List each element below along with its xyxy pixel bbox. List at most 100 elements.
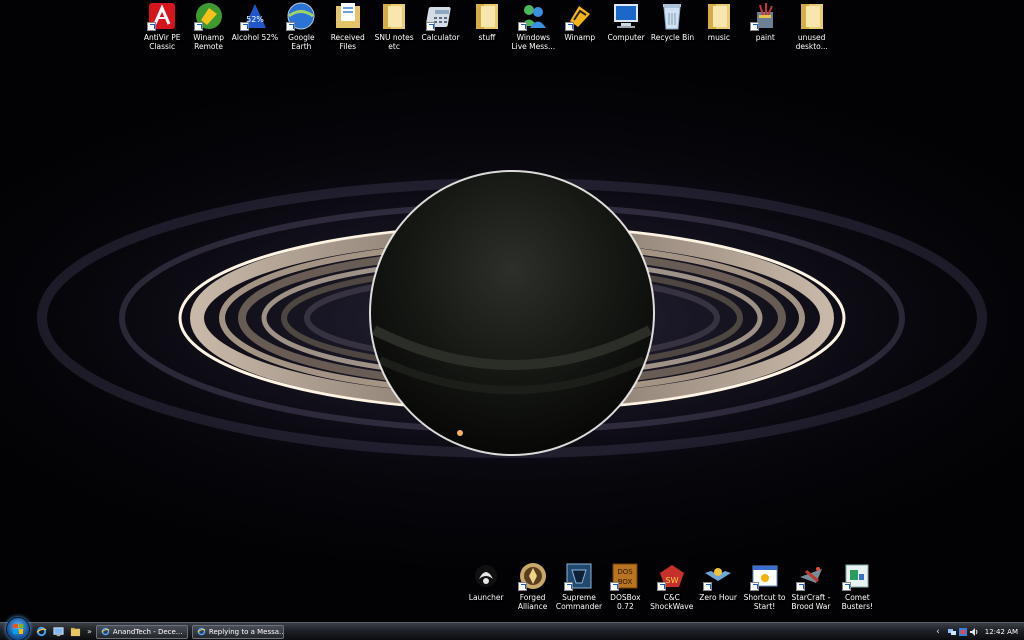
shortcut-arrow-icon: [147, 22, 157, 31]
desktop-icon[interactable]: Calculator: [417, 0, 463, 51]
dosbox-icon: DOS BOX: [610, 561, 640, 591]
desktop-icons-top: AntiVir PE Classic Winamp Remote 52% Alcoho…: [139, 0, 835, 51]
desktop-icon[interactable]: SW C&C ShockWave: [649, 560, 695, 611]
clock[interactable]: 12:42 AM: [985, 628, 1018, 636]
desktop-icon-label: Shortcut to Start!: [743, 593, 786, 611]
desktop-icon[interactable]: stuff: [464, 0, 510, 51]
shortcut-arrow-icon: [703, 582, 713, 591]
desktop-icon[interactable]: Comet Busters!: [834, 560, 880, 611]
desktop-icon[interactable]: StarCraft - Brood War: [788, 560, 834, 611]
desktop-icon[interactable]: Zero Hour: [695, 560, 741, 611]
shortcut-arrow-icon: [656, 582, 666, 591]
folder-icon: [704, 1, 734, 31]
desktop-icon[interactable]: Recycle Bin: [649, 0, 695, 51]
paint-icon: [750, 1, 780, 31]
task-button-label: AnandTech - Dece...: [112, 627, 183, 636]
starcraft-icon: [795, 561, 826, 591]
svg-text:DOS: DOS: [618, 568, 634, 576]
shortcut-arrow-icon: [517, 582, 527, 591]
desktop-icon[interactable]: DOS BOX DOSBox 0.72: [602, 560, 648, 611]
desktop-icon-label: Windows Live Mess...: [511, 33, 556, 51]
network-icon[interactable]: [947, 628, 956, 636]
desktop-icon[interactable]: Supreme Commander: [556, 560, 602, 611]
desktop[interactable]: AntiVir PE Classic Winamp Remote 52% Alcoho…: [0, 0, 1024, 640]
winamp-icon: [564, 1, 595, 31]
desktop-icon-label: Computer: [607, 33, 645, 42]
shortcut-arrow-icon: [239, 22, 249, 31]
desktop-icon[interactable]: SNU notes etc: [371, 0, 417, 51]
desktop-icon[interactable]: Launcher: [463, 560, 509, 611]
folder-icon: [379, 1, 409, 31]
start-shortcut-icon: [749, 561, 780, 591]
security-icon[interactable]: [958, 627, 967, 636]
desktop-icon-label: Winamp Remote: [193, 33, 224, 51]
show-desktop-icon[interactable]: [52, 626, 64, 638]
taskbar: » AnandTech - Dece... Replying to a Mess…: [0, 616, 1024, 640]
desktop-icon[interactable]: unused deskto...: [788, 0, 834, 51]
volume-icon[interactable]: [969, 627, 978, 636]
folder-files-icon: [333, 1, 363, 31]
messenger-icon: [518, 1, 548, 31]
desktop-icon-label: StarCraft - Brood War: [791, 593, 831, 611]
computer-icon: [611, 1, 641, 31]
desktop-icon-label: C&C ShockWave: [650, 593, 694, 611]
shortcut-arrow-icon: [795, 582, 805, 591]
desktop-icon-label: Forged Alliance: [517, 593, 548, 611]
launcher-icon: [471, 561, 501, 591]
desktop-icon-label: Calculator: [421, 33, 460, 42]
desktop-icon[interactable]: Winamp: [557, 0, 603, 51]
desktop-icon[interactable]: Winamp Remote: [185, 0, 231, 51]
desktop-icon[interactable]: Shortcut to Start!: [741, 560, 787, 611]
internet-explorer-icon[interactable]: [35, 626, 47, 638]
comet-busters-icon: [842, 561, 872, 591]
desktop-icon-label: Google Earth: [288, 33, 315, 51]
desktop-icon-label: Received Files: [330, 33, 365, 51]
cnc-shockwave-icon: SW: [656, 561, 687, 591]
desktop-icon-label: Comet Busters!: [841, 593, 873, 611]
shortcut-arrow-icon: [610, 582, 620, 591]
recycle-bin-icon: [657, 1, 687, 31]
desktop-icon[interactable]: Google Earth: [278, 0, 324, 51]
google-earth-icon: [286, 1, 316, 31]
windows-logo-icon: [13, 623, 23, 634]
zero-hour-icon: [703, 561, 733, 591]
desktop-icon-label: music: [707, 33, 730, 42]
winamp-remote-icon: [193, 1, 224, 31]
desktop-icon-label: stuff: [478, 33, 496, 42]
quick-launch-more-button[interactable]: »: [87, 627, 92, 636]
svg-text:BOX: BOX: [618, 578, 633, 586]
tray-expand-button[interactable]: ‹: [936, 627, 940, 637]
folder-icon: [472, 1, 502, 31]
shortcut-arrow-icon: [750, 22, 760, 31]
shortcut-arrow-icon: [518, 22, 528, 31]
desktop-icon[interactable]: paint: [742, 0, 788, 51]
desktop-icon[interactable]: AntiVir PE Classic: [139, 0, 185, 51]
desktop-icon[interactable]: music: [696, 0, 742, 51]
folder-icon: [797, 1, 827, 31]
supreme-commander-icon: [563, 561, 594, 591]
desktop-icon-label: Zero Hour: [699, 593, 737, 602]
start-button[interactable]: [6, 616, 30, 640]
desktop-icon-label: DOSBox 0.72: [610, 593, 641, 611]
task-button-replying[interactable]: Replying to a Messa...: [191, 624, 284, 639]
desktop-icon[interactable]: 52% Alcohol 52%: [232, 0, 278, 51]
desktop-icon[interactable]: Forged Alliance: [509, 560, 555, 611]
desktop-icon[interactable]: Windows Live Mess...: [510, 0, 556, 51]
task-button-anandtech[interactable]: AnandTech - Dece...: [95, 624, 188, 639]
desktop-icon[interactable]: Received Files: [325, 0, 371, 51]
desktop-icon[interactable]: Computer: [603, 0, 649, 51]
desktop-icon-label: paint: [755, 33, 775, 42]
shortcut-arrow-icon: [842, 582, 852, 591]
antivir-icon: [147, 1, 177, 31]
folder-icon[interactable]: [69, 626, 81, 638]
desktop-icon-label: Alcohol 52%: [231, 33, 279, 42]
internet-explorer-icon: [101, 627, 110, 636]
forged-alliance-icon: [517, 561, 548, 591]
internet-explorer-icon: [197, 627, 206, 636]
task-button-label: Replying to a Messa...: [208, 627, 284, 636]
calculator-icon: [425, 1, 456, 31]
shortcut-arrow-icon: [193, 22, 203, 31]
saturn-wallpaper: [0, 128, 1024, 508]
shortcut-arrow-icon: [286, 22, 296, 31]
alcohol-icon: 52%: [239, 1, 270, 31]
